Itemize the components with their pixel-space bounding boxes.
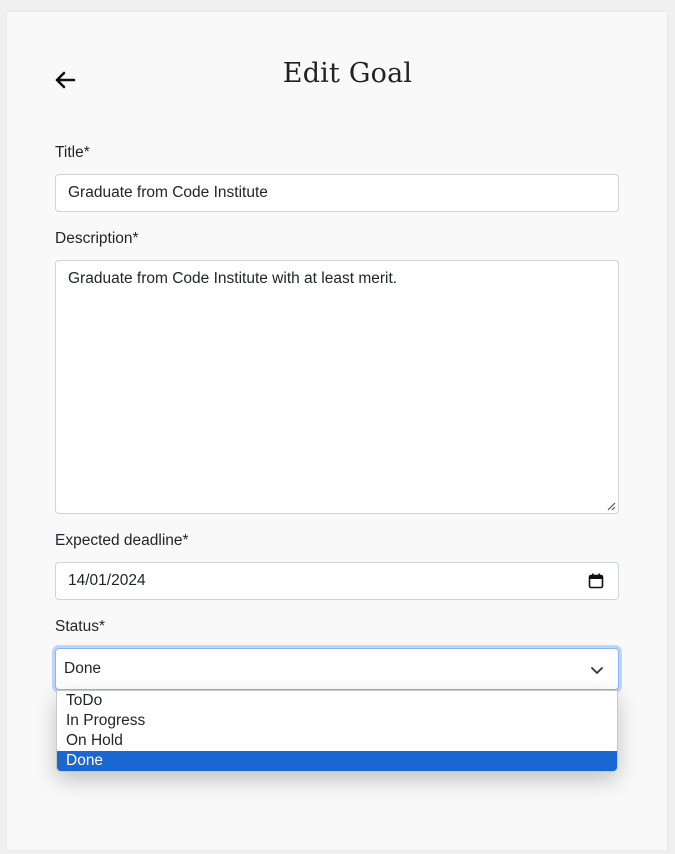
deadline-label: Expected deadline* xyxy=(55,532,189,549)
status-dropdown-list: ToDo In Progress On Hold Done xyxy=(56,690,618,772)
page-title: Edit Goal xyxy=(282,58,413,89)
deadline-date-input[interactable]: 14/01/2024 xyxy=(55,562,619,600)
status-select-value: Done xyxy=(64,660,102,677)
status-select[interactable]: Done xyxy=(55,648,619,690)
status-option-todo[interactable]: ToDo xyxy=(57,691,617,711)
title-label: Title* xyxy=(55,144,90,161)
title-input-value: Graduate from Code Institute xyxy=(68,184,268,201)
status-label: Status* xyxy=(55,618,105,635)
calendar-icon[interactable] xyxy=(588,573,604,589)
status-option-on-hold[interactable]: On Hold xyxy=(57,731,617,751)
resize-handle-icon[interactable] xyxy=(606,501,616,511)
description-textarea[interactable]: Graduate from Code Institute with at lea… xyxy=(55,260,619,514)
description-textarea-value: Graduate from Code Institute with at lea… xyxy=(68,270,398,287)
deadline-date-value: 14/01/2024 xyxy=(68,572,146,589)
title-input[interactable]: Graduate from Code Institute xyxy=(55,174,619,212)
status-option-in-progress[interactable]: In Progress xyxy=(57,711,617,731)
status-option-done[interactable]: Done xyxy=(57,751,617,771)
chevron-down-icon xyxy=(591,667,603,674)
description-label: Description* xyxy=(55,230,139,247)
